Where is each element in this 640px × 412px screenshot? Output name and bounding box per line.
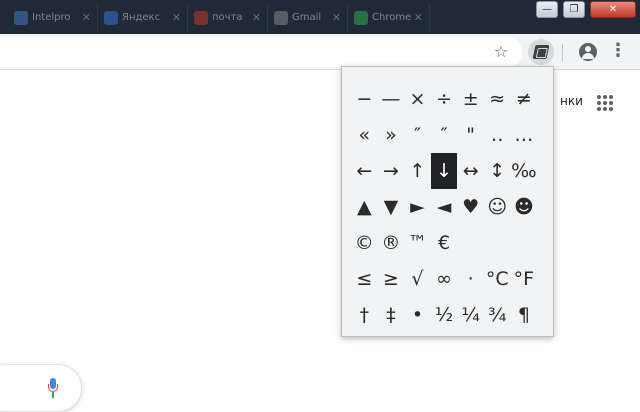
- symbol-button[interactable]: ®: [378, 225, 405, 261]
- tab-strip: Intelpro ✕ Яндекс ✕ почта ✕ Gmail ✕ Chrome ✕ — ❐ …: [0, 0, 640, 34]
- symbol-button[interactable]: ″: [404, 117, 431, 153]
- symbol-button[interactable]: ≠: [511, 81, 538, 117]
- symbol-button[interactable]: ½: [431, 297, 458, 333]
- tab-title: Яндекс: [122, 12, 161, 23]
- tab-favicon-icon: [14, 11, 28, 25]
- tab-title: почта: [212, 12, 243, 23]
- toolbar-divider: [562, 44, 563, 62]
- browser-tab[interactable]: Яндекс ✕: [98, 4, 188, 32]
- tab-favicon-icon: [354, 11, 368, 25]
- symbol-button[interactable]: ↓: [430, 153, 458, 189]
- symbol-button[interactable]: →: [378, 153, 405, 189]
- symbol-button[interactable]: €: [431, 225, 458, 261]
- tab-close-icon[interactable]: ✕: [252, 4, 261, 32]
- symbol-button[interactable]: ☺: [484, 189, 511, 225]
- symbol-button[interactable]: ☻: [511, 189, 538, 225]
- symbol-button[interactable]: ″: [431, 117, 458, 153]
- symbol-cell-empty: [511, 225, 538, 261]
- minimize-button[interactable]: —: [536, 1, 558, 18]
- tab-close-icon[interactable]: ✕: [414, 4, 423, 32]
- apps-grid-icon[interactable]: [597, 95, 613, 111]
- maximize-button[interactable]: ❐: [563, 1, 585, 18]
- symbol-button[interactable]: »: [378, 117, 405, 153]
- tab-favicon-icon: [104, 11, 118, 25]
- symbol-grid: − — × ÷ ± ≈ ≠ «» ″ ″ " ‥… ← → ↑ ↓ ↔ ↕ ‰ ▲ ▼ ► ◄ ♥ ☺ ☻ © ® ™ € ≤ ≥ √ ∞ · °C °…: [351, 81, 537, 333]
- symbol-button[interactable]: •: [404, 297, 431, 333]
- browser-toolbar: ☆ ⋮: [0, 34, 640, 70]
- avatar-icon: [579, 43, 597, 61]
- profile-button[interactable]: [573, 39, 599, 65]
- symbol-button[interactable]: ±: [457, 81, 484, 117]
- symbol-button[interactable]: ×: [404, 81, 431, 117]
- tab-close-icon[interactable]: ✕: [332, 4, 341, 32]
- browser-tab[interactable]: Intelpro ✕: [8, 4, 98, 32]
- tab-title: Chrome: [372, 12, 412, 23]
- browser-tab[interactable]: почта ✕: [188, 4, 268, 32]
- symbol-button[interactable]: ►: [404, 189, 431, 225]
- tab-favicon-icon: [194, 11, 208, 25]
- browser-tab[interactable]: Chrome ✕: [348, 4, 430, 32]
- symbol-button[interactable]: ↕: [484, 153, 511, 189]
- tab-title: Gmail: [292, 12, 322, 23]
- symbols-popup: − — × ÷ ± ≈ ≠ «» ″ ″ " ‥… ← → ↑ ↓ ↔ ↕ ‰ ▲ ▼ ► ◄ ♥ ☺ ☻ © ® ™ € ≤ ≥ √ ∞ · °C °…: [341, 66, 554, 337]
- symbol-button[interactable]: «: [351, 117, 378, 153]
- symbol-button[interactable]: ↔: [457, 153, 484, 189]
- microphone-icon[interactable]: [48, 378, 58, 400]
- address-bar[interactable]: [0, 37, 522, 67]
- tab-close-icon[interactable]: ✕: [172, 4, 181, 32]
- tab-favicon-icon: [274, 11, 288, 25]
- bookmark-star-icon[interactable]: ☆: [488, 39, 514, 65]
- symbol-button[interactable]: ™: [404, 225, 431, 261]
- symbol-button[interactable]: ": [457, 117, 484, 153]
- tab-title: Intelpro: [32, 12, 71, 23]
- symbol-button[interactable]: ≈: [484, 81, 511, 117]
- symbol-button[interactable]: …: [511, 117, 538, 153]
- symbol-button[interactable]: ↑: [404, 153, 431, 189]
- symbol-button[interactable]: ♥: [457, 189, 484, 225]
- symbol-button[interactable]: ‥: [484, 117, 511, 153]
- symbol-button[interactable]: ∞: [431, 261, 458, 297]
- tab-close-icon[interactable]: ✕: [82, 4, 91, 32]
- browser-tab[interactable]: Gmail ✕: [268, 4, 348, 32]
- close-button[interactable]: ✕: [590, 1, 636, 18]
- symbol-button[interactable]: ▼: [378, 189, 405, 225]
- symbol-button[interactable]: ·: [457, 261, 484, 297]
- symbol-cell-empty: [457, 225, 484, 261]
- symbol-button[interactable]: †: [351, 297, 378, 333]
- symbol-button[interactable]: ¶: [511, 297, 538, 333]
- symbol-button[interactable]: —: [378, 81, 405, 117]
- symbol-button[interactable]: ¾: [484, 297, 511, 333]
- symbols-extension-button[interactable]: [528, 39, 554, 65]
- symbol-button[interactable]: °C: [484, 261, 511, 297]
- symbol-button[interactable]: ≤: [351, 261, 378, 297]
- symbol-button[interactable]: ÷: [431, 81, 458, 117]
- symbol-button[interactable]: ‰: [511, 153, 538, 189]
- header-link[interactable]: нки: [560, 94, 583, 108]
- search-input[interactable]: [0, 364, 82, 412]
- symbol-cell-empty: [484, 225, 511, 261]
- symbol-button[interactable]: ‡: [378, 297, 405, 333]
- symbol-button[interactable]: ◄: [431, 189, 458, 225]
- symbol-button[interactable]: ©: [351, 225, 378, 261]
- extension-icon: [532, 45, 550, 59]
- symbol-button[interactable]: °F: [511, 261, 538, 297]
- symbol-button[interactable]: ≥: [378, 261, 405, 297]
- symbol-button[interactable]: √: [404, 261, 431, 297]
- symbol-button[interactable]: −: [351, 81, 378, 117]
- browser-menu-button[interactable]: ⋮: [605, 39, 631, 65]
- symbol-button[interactable]: ←: [351, 153, 378, 189]
- symbol-button[interactable]: ▲: [351, 189, 378, 225]
- symbol-button[interactable]: ¼: [457, 297, 484, 333]
